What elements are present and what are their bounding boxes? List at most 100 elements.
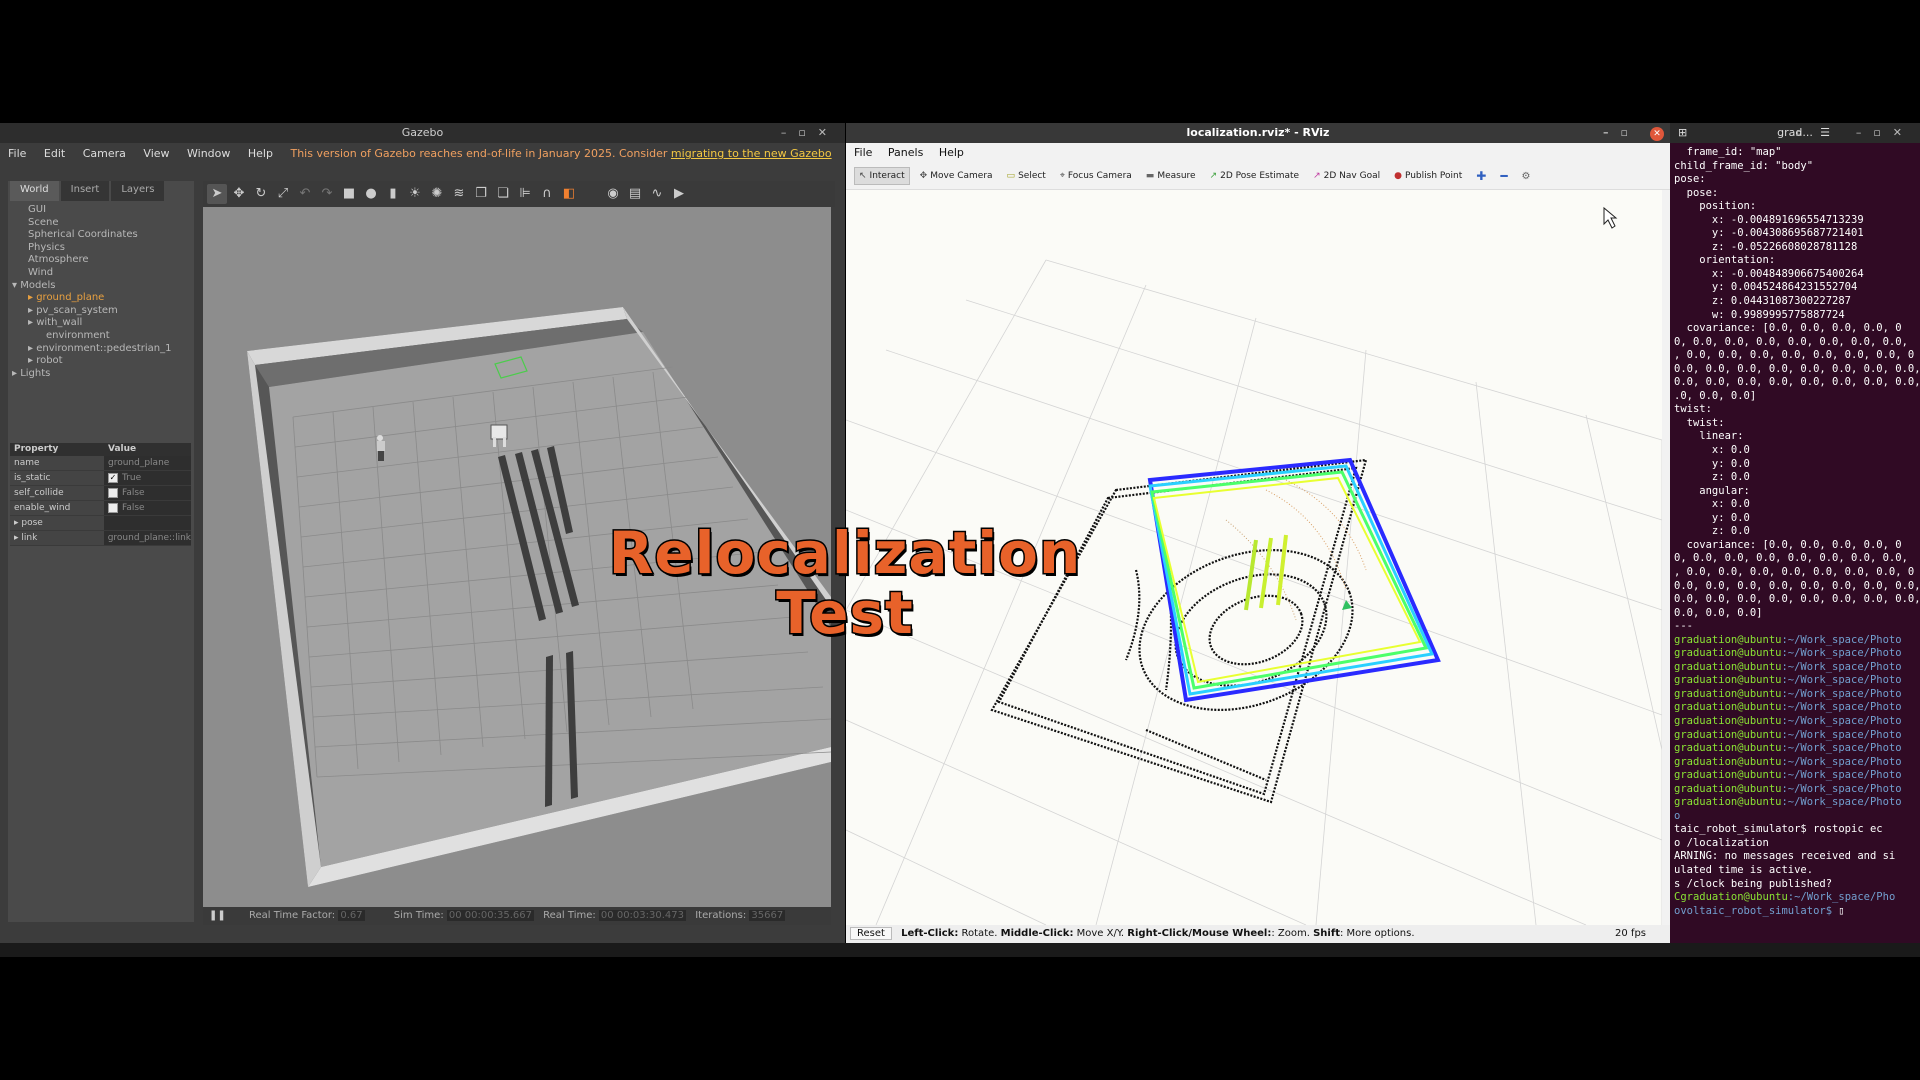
prop-row-pose[interactable]: ▸ pose (10, 516, 191, 531)
snap-icon[interactable]: ∩ (537, 184, 557, 204)
tree-item-wind[interactable]: Wind (12, 267, 194, 280)
prop-row-is-static[interactable]: is_static ✓ True (10, 471, 191, 486)
menu-file[interactable]: File (854, 146, 872, 159)
pause-icon[interactable]: ❚❚ (209, 910, 226, 921)
hint-shift: Shift (1313, 928, 1340, 939)
menu-view[interactable]: View (143, 147, 169, 160)
log-icon[interactable]: ▤ (625, 184, 645, 204)
search-icon[interactable]: ⌕ (1796, 123, 1802, 143)
prop-row-link[interactable]: ▸ link ground_plane::link (10, 531, 191, 546)
box-icon[interactable]: ■ (339, 184, 359, 204)
screenshot-icon[interactable]: ◉ (603, 184, 623, 204)
checkbox[interactable] (108, 502, 118, 513)
tree-item-pedestrian[interactable]: ▸ environment::pedestrian_1 (12, 343, 194, 356)
tool-2d-pose-estimate[interactable]: ↗ 2D Pose Estimate (1206, 168, 1304, 184)
rviz-toolbar: ↖ Interact ✥ Move Camera ▭ Select ⌖ Focus Ca… (846, 163, 1670, 190)
real-time-label: Real Time: (543, 910, 596, 921)
tool-measure[interactable]: ▬ Measure (1142, 168, 1200, 184)
menu-help[interactable]: Help (939, 146, 964, 159)
hint-right-desc: : Zoom. (1271, 928, 1314, 939)
new-tab-icon[interactable]: ⊞ (1678, 123, 1687, 143)
menu-window[interactable]: Window (187, 147, 230, 160)
collapsed-icon[interactable]: ▸ (12, 368, 20, 379)
publish-point-icon: ● (1394, 171, 1402, 181)
collapsed-icon[interactable]: ▸ (28, 292, 36, 303)
tree-item-gui[interactable]: GUI (12, 204, 194, 217)
terminal-line: .0, 0.0, 0.0] (1674, 389, 1757, 402)
tree-item-lights[interactable]: ▸ Lights (12, 368, 194, 381)
point-light-icon[interactable]: ☀ (405, 184, 425, 204)
menu-edit[interactable]: Edit (44, 147, 65, 160)
tool-select[interactable]: ▭ Select (1003, 168, 1050, 184)
menu-file[interactable]: File (8, 147, 26, 160)
collapsed-icon[interactable]: ▸ (28, 343, 36, 354)
remove-tool-icon[interactable]: ━ (1496, 166, 1511, 186)
reset-button[interactable]: Reset (850, 927, 892, 940)
tree-item-models[interactable]: ▾ Models (12, 280, 194, 293)
collapsed-icon[interactable]: ▸ (28, 317, 36, 328)
tool-publish-point[interactable]: ● Publish Point (1390, 168, 1466, 184)
tree-item-ground-plane[interactable]: ▸ ground_plane (12, 292, 194, 305)
tab-insert[interactable]: Insert (60, 181, 110, 201)
cylinder-icon[interactable]: ▮ (383, 184, 403, 204)
translate-icon[interactable]: ✥ (229, 184, 249, 204)
window-controls[interactable]: –▫✕ (781, 123, 839, 143)
tab-layers[interactable]: Layers (111, 181, 165, 201)
eol-link[interactable]: migrating to the new Gazebo (671, 147, 832, 160)
tree-item-pv-scan[interactable]: ▸ pv_scan_system (12, 305, 194, 318)
select-mode-icon[interactable]: ➤ (207, 184, 227, 204)
tool-focus-camera[interactable]: ⌖ Focus Camera (1056, 168, 1136, 184)
terminal-line: o (1674, 809, 1681, 822)
tool-settings-icon[interactable]: ⚙ (1518, 168, 1535, 185)
collapsed-icon[interactable]: ▸ (28, 305, 36, 316)
prop-value-cell: False (104, 501, 191, 515)
rotate-icon[interactable]: ↻ (251, 184, 271, 204)
copy-icon[interactable]: ❐ (471, 184, 491, 204)
directional-light-icon[interactable]: ≋ (449, 184, 469, 204)
tree-item-physics[interactable]: Physics (12, 242, 194, 255)
prop-row-self-collide[interactable]: self_collide False (10, 486, 191, 501)
menu-camera[interactable]: Camera (83, 147, 126, 160)
add-tool-icon[interactable]: ✚ (1472, 166, 1490, 186)
prop-key: is_static (10, 471, 104, 485)
menu-panels[interactable]: Panels (888, 146, 923, 159)
tree-item-robot[interactable]: ▸ robot (12, 355, 194, 368)
align-icon[interactable]: ⊫ (515, 184, 535, 204)
spot-light-icon[interactable]: ✺ (427, 184, 447, 204)
checkbox-checked[interactable]: ✓ (108, 472, 118, 483)
undo-icon[interactable]: ↶ (295, 184, 315, 204)
sphere-icon[interactable]: ● (361, 184, 381, 204)
measure-icon: ▬ (1145, 171, 1155, 181)
tree-item-environment[interactable]: environment (12, 330, 194, 343)
tool-2d-nav-goal[interactable]: ↗ 2D Nav Goal (1309, 168, 1384, 184)
iterations-label: Iterations: (695, 910, 747, 921)
tree-item-scene[interactable]: Scene (12, 217, 194, 230)
redo-icon[interactable]: ↷ (317, 184, 337, 204)
video-icon[interactable]: ▶ (669, 184, 689, 204)
property-col: Property (10, 443, 104, 456)
menu-help[interactable]: Help (248, 147, 273, 160)
window-controls[interactable]: –▫ (1603, 123, 1640, 143)
tool-interact[interactable]: ↖ Interact (854, 167, 910, 185)
hamburger-menu-icon[interactable]: ☰ (1820, 123, 1830, 143)
view-angle-icon[interactable]: ◧ (559, 184, 579, 204)
collapsed-icon[interactable]: ▸ (28, 355, 36, 366)
tab-world[interactable]: World (10, 181, 59, 201)
close-icon[interactable]: ✕ (1650, 127, 1664, 141)
tree-item-atmosphere[interactable]: Atmosphere (12, 254, 194, 267)
plot-icon[interactable]: ∿ (647, 184, 667, 204)
terminal-window[interactable]: ⊞ grad... ⌕ ☰ –▫✕ frame_id: "map" child_f… (1670, 123, 1920, 943)
tree-item-with-wall[interactable]: ▸ with_wall (12, 317, 194, 330)
expand-icon[interactable]: ▾ (12, 280, 20, 291)
prop-row-enable-wind[interactable]: enable_wind False (10, 501, 191, 516)
scale-icon[interactable]: ⤢ (273, 184, 293, 204)
gazebo-menubar: File Edit Camera View Window Help This v… (0, 143, 845, 165)
checkbox[interactable] (108, 487, 118, 498)
prop-row-name[interactable]: name ground_plane (10, 456, 191, 471)
desktop-taskbar (0, 943, 1920, 957)
window-controls[interactable]: –▫✕ (1856, 123, 1914, 143)
tree-item-spherical[interactable]: Spherical Coordinates (12, 229, 194, 242)
paste-icon[interactable]: ❏ (493, 184, 513, 204)
tool-move-camera[interactable]: ✥ Move Camera (916, 168, 997, 184)
prop-value: ground_plane::link (103, 531, 191, 545)
